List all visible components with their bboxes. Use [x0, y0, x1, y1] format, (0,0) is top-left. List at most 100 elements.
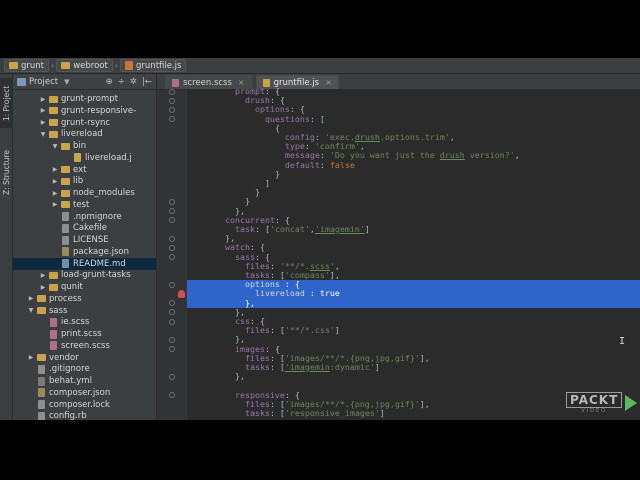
project-view-selector[interactable]: Project — [29, 77, 58, 87]
code-line[interactable]: files: ['**/*.css'] — [187, 326, 640, 335]
tree-item-label: LICENSE — [73, 235, 109, 245]
fold-marker-icon[interactable] — [169, 318, 175, 325]
tree-folder[interactable]: ▶ vendor — [13, 352, 156, 364]
chevron-down-icon[interactable]: ▼ — [27, 307, 35, 314]
folder-icon — [49, 271, 58, 279]
breadcrumb-item-file[interactable]: gruntfile.js — [120, 59, 187, 72]
tree-item-label: lib — [73, 176, 84, 187]
tree-file[interactable]: livereload.j — [13, 152, 156, 164]
close-icon[interactable]: × — [325, 78, 332, 87]
fold-marker-icon[interactable] — [169, 254, 175, 261]
tree-file[interactable]: .gitignore — [13, 363, 156, 375]
letterbox-top — [0, 0, 640, 58]
packt-logo: PACKT — [566, 392, 623, 408]
tree-item-label: vendor — [49, 352, 79, 363]
tree-file[interactable]: screen.scss — [13, 340, 156, 352]
tree-item-label: ext — [73, 164, 87, 175]
scroll-from-source-icon[interactable]: ⊕ — [106, 77, 113, 87]
chevron-right-icon[interactable]: ▶ — [39, 119, 47, 126]
tree-folder[interactable]: ▶ test — [13, 199, 156, 211]
tree-folder[interactable]: ▼ livereload — [13, 128, 156, 140]
chevron-right-icon[interactable]: ▶ — [39, 284, 47, 291]
code-editor[interactable]: prompt: { drush: { options: { questions:… — [187, 86, 640, 420]
folder-icon — [61, 201, 70, 209]
code-line[interactable]: }, — [187, 372, 640, 381]
breadcrumb-item-root[interactable]: grunt — [4, 59, 49, 72]
tree-item-label: Cakefile — [73, 223, 107, 234]
tree-folder[interactable]: ▶ node_modules — [13, 187, 156, 199]
chevron-down-icon[interactable]: ▼ — [64, 78, 69, 86]
txt-file-icon — [62, 212, 69, 221]
tree-folder[interactable]: ▶ qunit — [13, 281, 156, 293]
code-line[interactable]: tasks: ['imagemin:dynamic'] — [187, 362, 640, 372]
code-token: ], — [419, 398, 430, 409]
fold-marker-icon[interactable] — [169, 116, 175, 123]
fold-marker-icon[interactable] — [169, 244, 175, 251]
chevron-right-icon[interactable]: ▶ — [51, 166, 59, 173]
tree-file[interactable]: config.rb — [13, 410, 156, 420]
fold-marker-icon[interactable] — [169, 336, 175, 343]
fold-marker-icon[interactable] — [169, 346, 175, 353]
fold-marker-icon[interactable] — [169, 217, 175, 224]
tree-file[interactable]: composer.lock — [13, 399, 156, 411]
fold-marker-icon[interactable] — [169, 106, 175, 113]
tree-folder[interactable]: ▶ load-grunt-tasks — [13, 269, 156, 281]
code-line[interactable]: } — [187, 188, 640, 197]
tree-file[interactable]: print.scss — [13, 328, 156, 340]
chevron-right-icon[interactable]: ▶ — [39, 96, 47, 103]
tree-file[interactable]: Cakefile — [13, 222, 156, 234]
code-line[interactable]: task: ['concat','imagemin'] — [187, 224, 640, 234]
chevron-right-icon[interactable]: ▶ — [27, 354, 35, 361]
tree-folder[interactable]: ▼ sass — [13, 305, 156, 317]
tree-item-label: qunit — [61, 282, 83, 292]
tree-item-label: livereload — [61, 129, 103, 140]
fold-marker-icon[interactable] — [169, 281, 175, 288]
chevron-right-icon[interactable]: ▶ — [39, 107, 47, 114]
tree-folder[interactable]: ▶ lib — [13, 175, 156, 187]
tool-tab-structure[interactable]: Z: Structure — [0, 142, 13, 202]
tree-file[interactable]: ie.scss — [13, 316, 156, 328]
folder-icon — [61, 189, 70, 197]
text-cursor-icon: I — [619, 336, 626, 347]
code-line[interactable]: }, — [187, 298, 640, 308]
chevron-right-icon[interactable]: ▶ — [39, 272, 47, 279]
gear-icon[interactable]: ✲ — [130, 77, 137, 87]
code-token: : [ — [269, 325, 285, 336]
code-line[interactable]: } — [187, 197, 640, 206]
fold-marker-icon[interactable] — [169, 198, 175, 205]
tree-file[interactable]: package.json — [13, 246, 156, 258]
fold-marker-icon[interactable] — [169, 373, 175, 380]
tree-folder[interactable]: ▶ ext — [13, 164, 156, 176]
tree-folder[interactable]: ▶ grunt-prompt — [13, 93, 156, 105]
fold-marker-icon[interactable] — [169, 97, 175, 104]
hide-panel-icon[interactable]: |← — [142, 77, 152, 87]
collapse-all-icon[interactable]: ÷ — [118, 77, 125, 87]
tree-folder[interactable]: ▶ grunt-responsive- — [13, 105, 156, 117]
tree-file[interactable]: behat.yml — [13, 375, 156, 387]
fold-marker-icon[interactable] — [169, 392, 175, 399]
tree-file[interactable]: .npmignore — [13, 211, 156, 223]
fold-marker-icon[interactable] — [169, 235, 175, 242]
intention-bulb-icon[interactable] — [178, 289, 185, 298]
fold-marker-icon[interactable] — [169, 309, 175, 316]
chevron-right-icon[interactable]: ▶ — [51, 178, 59, 185]
code-token: ] — [364, 224, 370, 234]
fold-marker-icon[interactable] — [169, 300, 175, 307]
chevron-down-icon[interactable]: ▼ — [51, 143, 59, 150]
tree-folder[interactable]: ▼ bin — [13, 140, 156, 152]
tree-file[interactable]: README.md — [13, 257, 156, 270]
code-token: false — [329, 159, 355, 170]
fold-marker-icon[interactable] — [169, 208, 175, 215]
chevron-right-icon[interactable]: ▶ — [51, 190, 59, 197]
tree-folder[interactable]: ▶ grunt-rsync — [13, 117, 156, 129]
fold-marker-icon[interactable] — [169, 88, 175, 95]
tool-tab-project[interactable]: 1: Project — [0, 78, 13, 128]
tree-folder[interactable]: ▶ process — [13, 293, 156, 305]
chevron-right-icon[interactable]: ▶ — [51, 201, 59, 208]
tree-file[interactable]: LICENSE — [13, 234, 156, 246]
chevron-down-icon[interactable]: ▼ — [39, 131, 47, 138]
breadcrumb-item-webroot[interactable]: webroot — [56, 59, 113, 72]
chevron-right-icon[interactable]: ▶ — [27, 295, 35, 302]
tree-file[interactable]: composer.json — [13, 387, 156, 399]
